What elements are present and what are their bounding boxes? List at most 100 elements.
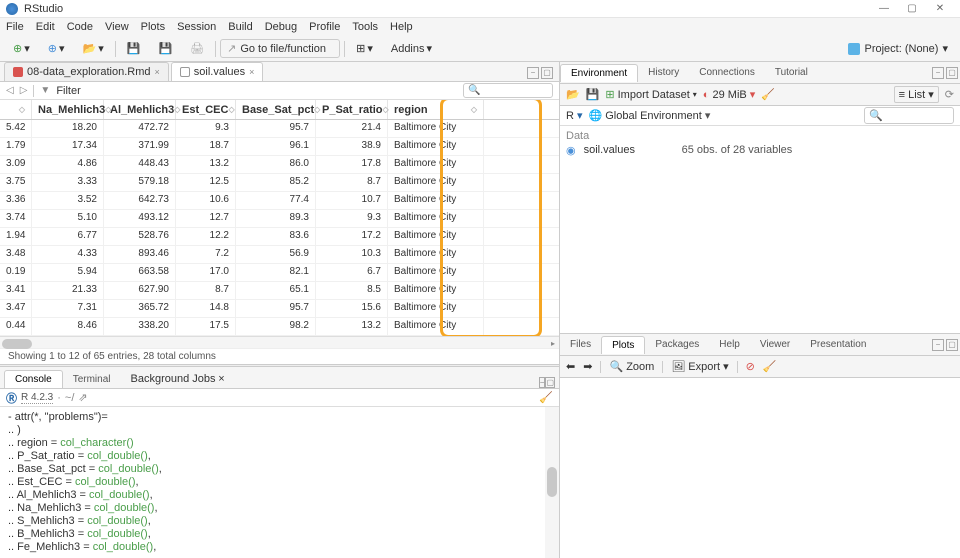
table-row[interactable]: 3.745.10493.1212.789.39.3Baltimore City [0, 210, 559, 228]
clear-console-icon[interactable]: 🧹 [539, 391, 553, 404]
col-region[interactable]: region◇ [388, 100, 484, 119]
minimize-pane-icon[interactable]: − [932, 339, 944, 351]
tab-tutorial[interactable]: Tutorial [765, 64, 818, 81]
clear-plots-icon[interactable]: 🧹 [763, 360, 777, 373]
open-file-button[interactable]: 📂▾ [76, 39, 111, 58]
tab-connections[interactable]: Connections [689, 64, 765, 81]
menu-session[interactable]: Session [177, 21, 216, 33]
grid-search-input[interactable]: 🔍 [463, 83, 553, 98]
back-icon[interactable]: ◁ [6, 85, 14, 96]
maximize-button[interactable]: ▢ [898, 3, 926, 14]
table-row[interactable]: 0.448.46338.2017.598.213.2Baltimore City [0, 318, 559, 336]
tab-plots[interactable]: Plots [601, 336, 645, 354]
table-row[interactable]: 3.4121.33627.908.765.18.5Baltimore City [0, 282, 559, 300]
table-row[interactable]: 3.094.86448.4313.286.017.8Baltimore City [0, 156, 559, 174]
import-dataset-button[interactable]: ⊞Import Dataset▾ [605, 88, 696, 101]
menu-build[interactable]: Build [228, 21, 252, 33]
scrollbar-thumb[interactable] [2, 339, 32, 349]
export-button[interactable]: 🖼 Export ▾ [671, 360, 728, 373]
col-base-sat-pct[interactable]: Base_Sat_pct◇ [236, 100, 316, 119]
maximize-pane-icon[interactable]: ▢ [545, 377, 555, 388]
env-search-input[interactable]: 🔍 [864, 107, 954, 124]
table-row[interactable]: 3.753.33579.1812.585.28.7Baltimore City [0, 174, 559, 192]
minimize-button[interactable]: — [870, 3, 898, 14]
close-tab-icon[interactable]: × [155, 67, 160, 77]
tab-viewer[interactable]: Viewer [750, 336, 800, 353]
env-item-soil-values[interactable]: ◉ soil.values 65 obs. of 28 variables [566, 144, 954, 157]
remove-plot-icon[interactable]: ⊘ [746, 360, 755, 373]
col-p-sat-ratio[interactable]: P_Sat_ratio◇ [316, 100, 388, 119]
plot-next-icon[interactable]: ➡ [583, 360, 592, 373]
load-workspace-button[interactable]: 📂 [566, 88, 580, 101]
menu-help[interactable]: Help [390, 21, 413, 33]
window-titlebar: RStudio — ▢ ✕ [0, 0, 960, 18]
filter-icon[interactable]: ▼ [40, 85, 50, 96]
language-selector[interactable]: R ▾ [566, 109, 583, 122]
save-button[interactable]: 💾 [120, 39, 148, 58]
refresh-icon[interactable]: ⟳ [945, 88, 954, 101]
r-version[interactable]: R 4.2.3 [21, 392, 53, 404]
minimize-pane-icon[interactable]: − [527, 67, 539, 79]
save-all-button[interactable]: 💾 [151, 39, 179, 58]
grid-button[interactable]: ⊞▾ [349, 39, 380, 58]
tab-history[interactable]: History [638, 64, 689, 81]
menu-edit[interactable]: Edit [36, 21, 55, 33]
table-row[interactable]: 3.484.33893.467.256.910.3Baltimore City [0, 246, 559, 264]
new-project-button[interactable]: ⊕▾ [41, 39, 72, 58]
menu-code[interactable]: Code [67, 21, 93, 33]
wd-popout-icon[interactable]: ⇗ [78, 391, 87, 404]
tab-packages[interactable]: Packages [645, 336, 709, 353]
close-button[interactable]: ✕ [926, 3, 954, 14]
goto-file-input[interactable]: ↗Go to file/function [220, 39, 340, 58]
clear-objects-button[interactable]: 🧹 [761, 88, 775, 101]
cell: 579.18 [104, 174, 176, 191]
menu-profile[interactable]: Profile [309, 21, 340, 33]
addins-button[interactable]: Addins ▾ [384, 39, 439, 58]
filter-label[interactable]: Filter [56, 85, 80, 97]
grid-hscrollbar[interactable]: ◂ ▸ [0, 336, 559, 348]
table-row[interactable]: 5.4218.20472.729.395.721.4Baltimore City [0, 120, 559, 138]
tab-environment[interactable]: Environment [560, 64, 638, 82]
menu-tools[interactable]: Tools [352, 21, 378, 33]
maximize-pane-icon[interactable]: ▢ [946, 339, 958, 351]
print-button[interactable]: 🖨 [183, 39, 211, 58]
table-row[interactable]: 3.363.52642.7310.677.410.7Baltimore City [0, 192, 559, 210]
menu-file[interactable]: File [6, 21, 24, 33]
memory-indicator[interactable]: ◐ 29 MiB ▾ [703, 88, 756, 101]
tab-console[interactable]: Console [4, 370, 63, 388]
table-row[interactable]: 1.7917.34371.9918.796.138.9Baltimore Cit… [0, 138, 559, 156]
minimize-pane-icon[interactable]: − [932, 67, 944, 79]
close-tab-icon[interactable]: × [249, 67, 254, 77]
col-al-mehlich3[interactable]: Al_Mehlich3◇ [104, 100, 176, 119]
console-output[interactable]: - attr(*, "problems")=.. ).. region = co… [0, 407, 559, 558]
maximize-pane-icon[interactable]: ▢ [946, 67, 958, 79]
table-row[interactable]: 1.946.77528.7612.283.617.2Baltimore City [0, 228, 559, 246]
col-est-cec[interactable]: Est_CEC◇ [176, 100, 236, 119]
console-vscrollbar[interactable] [545, 407, 559, 558]
table-row[interactable]: 0.195.94663.5817.082.16.7Baltimore City [0, 264, 559, 282]
tab-rmd[interactable]: 08-data_exploration.Rmd× [4, 62, 169, 81]
menu-view[interactable]: View [105, 21, 129, 33]
forward-icon[interactable]: ▷ [20, 85, 28, 96]
col-na-mehlich3[interactable]: Na_Mehlich3◇ [32, 100, 104, 119]
table-row[interactable]: 3.477.31365.7214.895.715.6Baltimore City [0, 300, 559, 318]
tab-presentation[interactable]: Presentation [800, 336, 876, 353]
tab-soil-values[interactable]: soil.values× [171, 62, 264, 81]
tab-files[interactable]: Files [560, 336, 601, 353]
col-index[interactable]: ◇ [0, 100, 32, 119]
view-mode-button[interactable]: ≡ List ▾ [894, 86, 939, 103]
scroll-right-icon[interactable]: ▸ [547, 337, 559, 351]
save-workspace-button[interactable]: 💾 [586, 88, 600, 101]
scope-selector[interactable]: 🌐Global Environment ▾ [589, 109, 711, 122]
new-file-button[interactable]: ⊕▾ [6, 39, 37, 58]
tab-terminal[interactable]: Terminal [63, 371, 121, 388]
tab-background-jobs[interactable]: Background Jobs × [121, 370, 235, 388]
menu-debug[interactable]: Debug [265, 21, 297, 33]
project-menu[interactable]: Project: (None) ▾ [842, 40, 954, 57]
zoom-button[interactable]: 🔍 Zoom [609, 360, 654, 373]
plot-prev-icon[interactable]: ⬅ [566, 360, 575, 373]
working-dir[interactable]: ~/ [65, 392, 74, 404]
menu-plots[interactable]: Plots [141, 21, 165, 33]
tab-help[interactable]: Help [709, 336, 750, 353]
maximize-pane-icon[interactable]: ▢ [541, 67, 553, 79]
